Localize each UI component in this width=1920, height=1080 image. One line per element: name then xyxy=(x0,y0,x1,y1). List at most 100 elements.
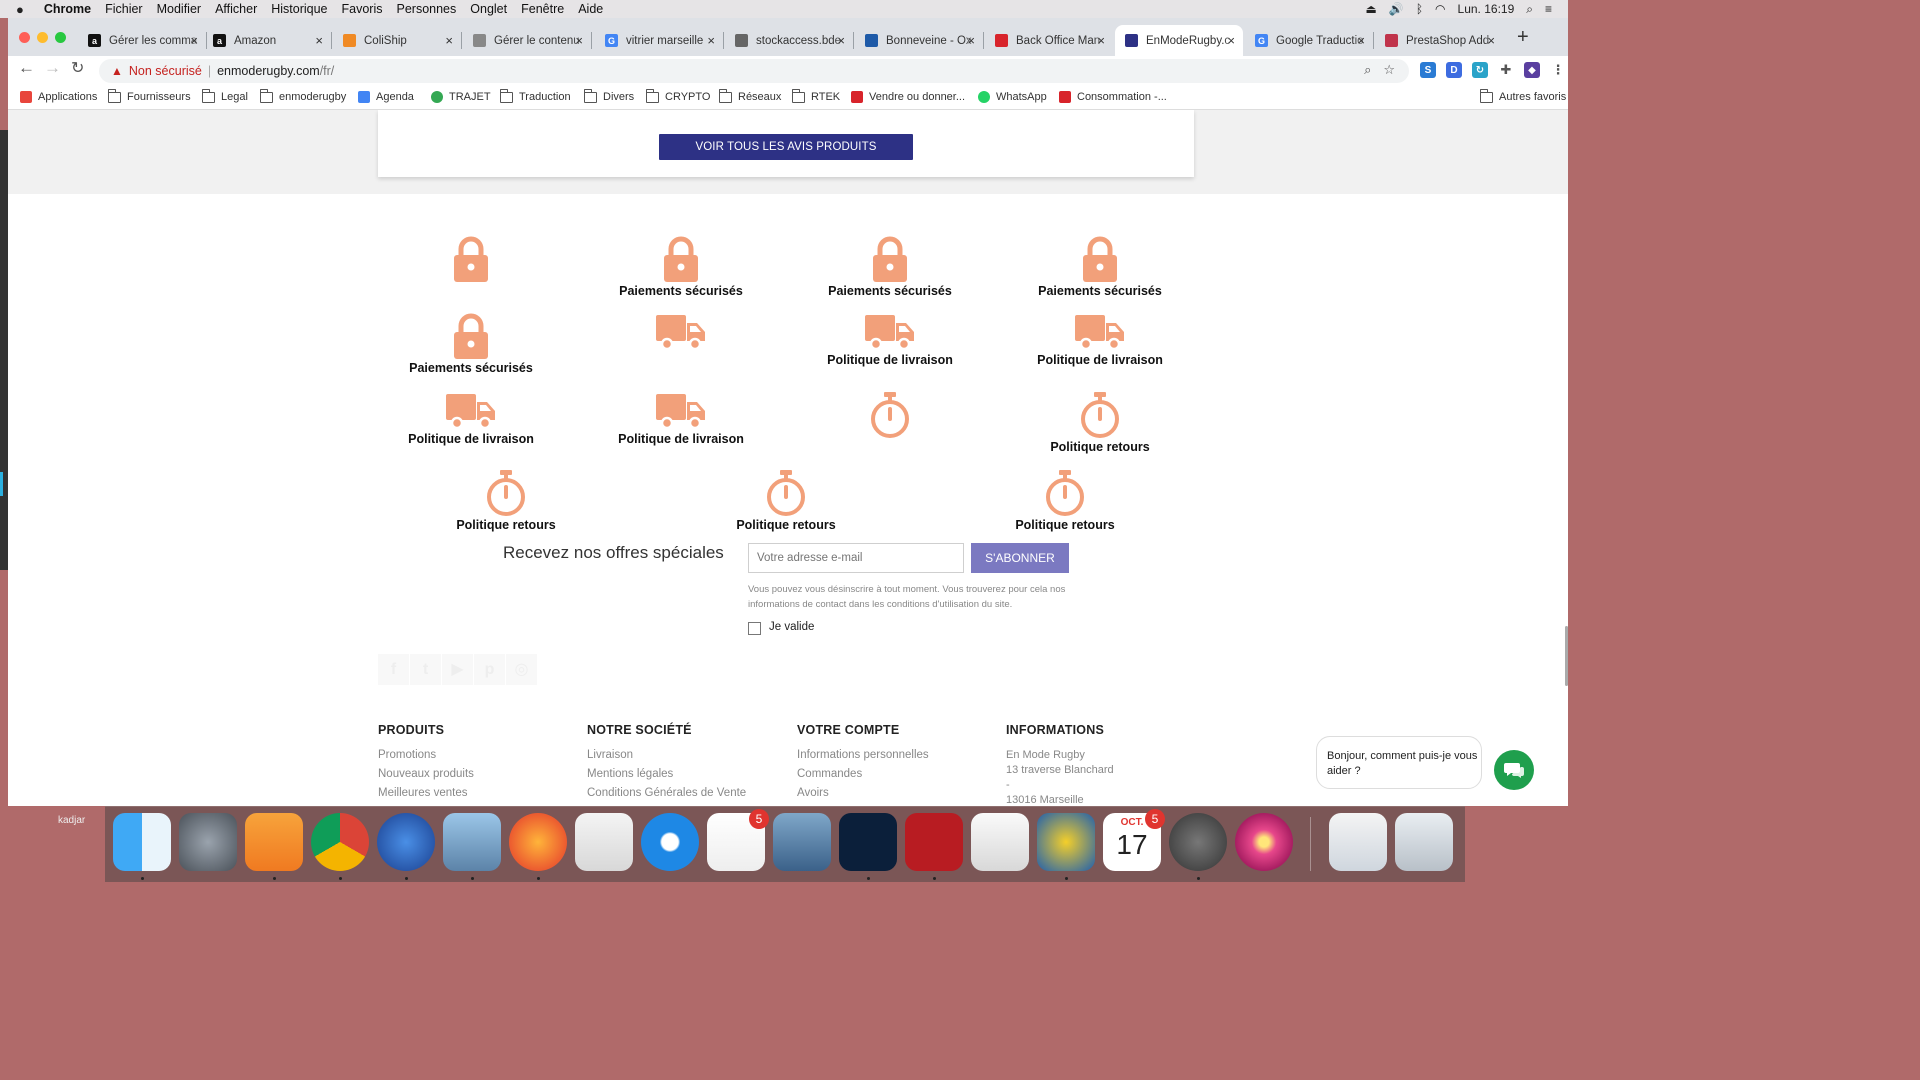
tab-close-icon[interactable]: × xyxy=(190,33,198,48)
feature-item[interactable]: Politique retours xyxy=(696,470,876,532)
bookmark-4[interactable]: enmoderugby xyxy=(259,88,346,103)
profile-avatar[interactable]: ◆ xyxy=(1524,62,1540,78)
security-status[interactable]: Non sécurisé xyxy=(129,64,202,78)
close-window-icon[interactable] xyxy=(19,32,30,43)
tab-close-icon[interactable]: × xyxy=(1487,33,1495,48)
feature-item[interactable]: Paiements sécurisés xyxy=(591,236,771,298)
apple-menu-icon[interactable]: ● xyxy=(16,2,24,17)
bookmark-2[interactable]: Fournisseurs xyxy=(107,88,191,103)
zoom-icon[interactable]: ⌕ xyxy=(1364,62,1371,78)
system-preferences-icon[interactable] xyxy=(1169,813,1227,871)
notification-center-icon[interactable]: ≡ xyxy=(1545,2,1552,16)
bookmark-6[interactable]: TRAJET xyxy=(431,91,491,103)
tab-9[interactable]: EnModeRugby.c × xyxy=(1115,25,1243,56)
tab-2[interactable]: a Amazon × xyxy=(203,25,331,56)
menu-personnes[interactable]: Personnes xyxy=(397,2,457,16)
consent-checkbox-label[interactable]: Je valide xyxy=(769,621,814,633)
instagram-icon[interactable]: ◎ xyxy=(506,654,537,685)
footer-link-best-sellers[interactable]: Meilleures ventes xyxy=(378,787,474,806)
other-bookmarks[interactable]: Autres favoris xyxy=(1479,88,1566,103)
bookmark-3[interactable]: Legal xyxy=(201,88,248,103)
bookmark-12[interactable]: Vendre ou donner... xyxy=(851,91,965,103)
extension-s-icon[interactable]: S xyxy=(1420,62,1436,78)
bookmark-8[interactable]: Divers xyxy=(583,88,634,103)
menu-fichier[interactable]: Fichier xyxy=(105,2,143,16)
tab-3[interactable]: ColiShip × xyxy=(333,25,461,56)
menubar-clock[interactable]: Lun. 16:19 xyxy=(1458,2,1515,16)
tab-close-icon[interactable]: × xyxy=(445,33,453,48)
volume-icon[interactable]: 🔊 xyxy=(1389,2,1404,16)
menu-fenetre[interactable]: Fenêtre xyxy=(521,2,564,16)
subscribe-button[interactable]: S'ABONNER xyxy=(971,543,1069,573)
chrome-icon[interactable] xyxy=(311,813,369,871)
bookmark-5[interactable]: Agenda xyxy=(358,91,414,103)
flower-icon[interactable] xyxy=(1235,813,1293,871)
newsletter-email-input[interactable] xyxy=(748,543,964,573)
pinterest-icon[interactable]: p xyxy=(474,654,505,685)
tab-close-icon[interactable]: × xyxy=(967,33,975,48)
tab-close-icon[interactable]: × xyxy=(1097,33,1105,48)
document-icon[interactable] xyxy=(971,813,1029,871)
footer-link-legal[interactable]: Mentions légales xyxy=(587,768,746,787)
minimize-window-icon[interactable] xyxy=(37,32,48,43)
address-bar[interactable]: ▲ Non sécurisé | enmoderugby.com/fr/ ⌕ ☆ xyxy=(99,59,1409,83)
feature-item[interactable]: Paiements sécurisés xyxy=(381,313,561,375)
chat-greeting-bubble[interactable]: Bonjour, comment puis-je vous aider ? xyxy=(1316,736,1482,789)
tab-close-icon[interactable]: × xyxy=(315,33,323,48)
see-all-reviews-button[interactable]: VOIR TOUS LES AVIS PRODUITS xyxy=(659,134,913,160)
feature-item[interactable]: Politique retours xyxy=(1010,392,1190,454)
tab-8[interactable]: Back Office Man × xyxy=(985,25,1113,56)
thunderbird-icon[interactable] xyxy=(377,813,435,871)
twitter-icon[interactable]: t xyxy=(410,654,441,685)
menu-app-name[interactable]: Chrome xyxy=(44,2,91,16)
menu-modifier[interactable]: Modifier xyxy=(157,2,201,16)
facebook-icon[interactable]: f xyxy=(378,654,409,685)
bookmark-7[interactable]: Traduction xyxy=(499,88,571,103)
extension-refresh-icon[interactable]: ↻ xyxy=(1472,62,1488,78)
safari-icon[interactable] xyxy=(641,813,699,871)
winrar-icon[interactable] xyxy=(1037,813,1095,871)
footer-link-promotions[interactable]: Promotions xyxy=(378,749,474,768)
feature-item[interactable]: Paiements sécurisés xyxy=(1010,236,1190,298)
photos-preview-icon[interactable] xyxy=(773,813,831,871)
back-icon[interactable]: ← xyxy=(18,58,35,78)
preview-icon[interactable] xyxy=(443,813,501,871)
bookmark-9[interactable]: CRYPTO xyxy=(645,88,710,103)
chrome-menu-icon[interactable]: ⋮ xyxy=(1550,62,1566,78)
desktop-stack-icon[interactable] xyxy=(1329,813,1387,871)
page-scrollbar[interactable] xyxy=(1565,626,1568,686)
extensions-puzzle-icon[interactable]: ✚ xyxy=(1498,62,1514,78)
tab-1[interactable]: a Gérer les comma × xyxy=(78,25,206,56)
warning-icon[interactable]: ▲ xyxy=(111,64,123,78)
menu-favoris[interactable]: Favoris xyxy=(342,2,383,16)
finder-icon[interactable] xyxy=(113,813,171,871)
trash-icon[interactable] xyxy=(1395,813,1453,871)
zoom-window-icon[interactable] xyxy=(55,32,66,43)
feature-item[interactable] xyxy=(800,392,980,443)
filezilla-icon[interactable] xyxy=(905,813,963,871)
footer-link-terms[interactable]: Conditions Générales de Vente xyxy=(587,787,746,806)
footer-link-personal-info[interactable]: Informations personnelles xyxy=(797,749,929,768)
extension-d-icon[interactable]: D xyxy=(1446,62,1462,78)
menu-aide[interactable]: Aide xyxy=(578,2,603,16)
footer-link-delivery[interactable]: Livraison xyxy=(587,749,746,768)
feature-item[interactable]: Politique retours xyxy=(416,470,596,532)
launchpad-icon[interactable] xyxy=(179,813,237,871)
menu-historique[interactable]: Historique xyxy=(271,2,327,16)
new-tab-icon[interactable]: + xyxy=(1517,26,1529,49)
reload-icon[interactable]: ↻ xyxy=(71,58,84,78)
footer-link-new-products[interactable]: Nouveaux produits xyxy=(378,768,474,787)
tab-close-icon[interactable]: × xyxy=(1357,33,1365,48)
feature-item[interactable] xyxy=(591,313,771,356)
pages-icon[interactable] xyxy=(245,813,303,871)
photoshop-icon[interactable] xyxy=(839,813,897,871)
menu-onglet[interactable]: Onglet xyxy=(470,2,507,16)
feature-item[interactable] xyxy=(381,236,561,287)
bookmark-10[interactable]: Réseaux xyxy=(718,88,781,103)
wifi-icon[interactable]: ◠ xyxy=(1435,2,1445,16)
feature-item[interactable]: Politique de livraison xyxy=(381,392,561,446)
numbers-icon[interactable] xyxy=(575,813,633,871)
youtube-icon[interactable]: ▶ xyxy=(442,654,473,685)
bluetooth-icon[interactable]: ᛒ xyxy=(1416,2,1423,16)
spotlight-icon[interactable]: ⌕ xyxy=(1526,2,1533,17)
